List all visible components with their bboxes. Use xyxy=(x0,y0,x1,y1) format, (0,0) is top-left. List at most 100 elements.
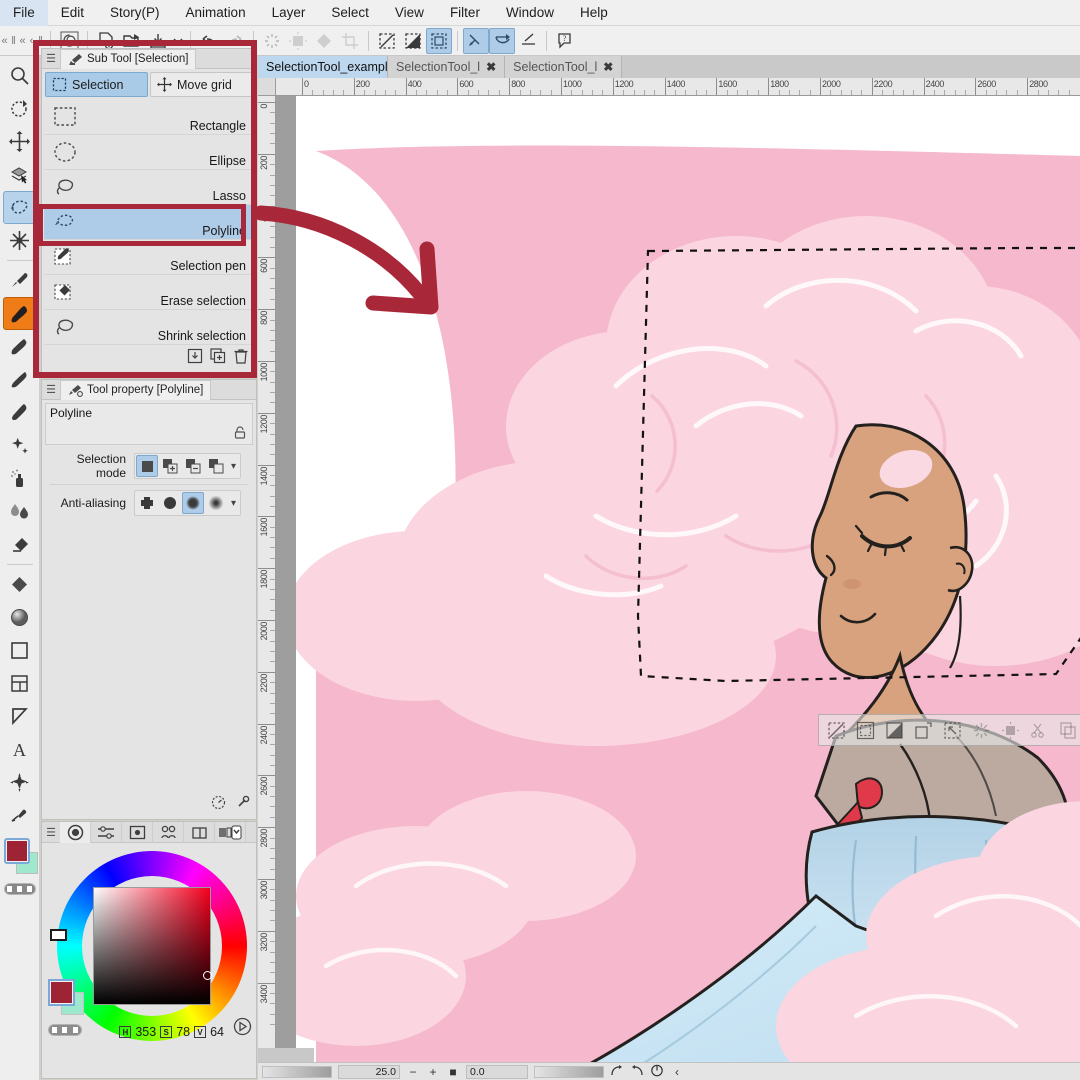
gradient-tool[interactable] xyxy=(3,601,37,634)
operation-tool[interactable] xyxy=(3,158,37,191)
sub-tool-item-shrink-selection[interactable]: Shrink selection xyxy=(44,310,254,345)
intersect-selection-icon[interactable] xyxy=(205,455,227,477)
fill-icon[interactable] xyxy=(996,717,1024,743)
sub-tool-item-polyline[interactable]: Polyline xyxy=(44,205,254,240)
eraser-tool[interactable] xyxy=(3,528,37,561)
pen-tool[interactable] xyxy=(2,297,37,330)
rotation-slider[interactable] xyxy=(534,1065,604,1078)
sub-tool-item-erase-selection[interactable]: Erase selection xyxy=(44,275,254,310)
chevron-down-icon[interactable]: ▾ xyxy=(228,498,239,509)
reset-settings-icon[interactable] xyxy=(211,795,226,815)
transparent-color-chip[interactable] xyxy=(48,1024,82,1036)
invert-selection-icon[interactable] xyxy=(400,28,426,54)
clear-icon[interactable] xyxy=(259,28,285,54)
color-set-tab[interactable] xyxy=(122,821,153,843)
delete-subtool-icon[interactable] xyxy=(233,348,249,369)
color-slider-tab[interactable] xyxy=(91,821,122,843)
expand-selected-area-icon[interactable] xyxy=(880,717,908,743)
menu-item-file[interactable]: File xyxy=(0,0,48,26)
document-tab[interactable]: SelectionTool_example* xyxy=(258,56,388,78)
menu-item-edit[interactable]: Edit xyxy=(48,0,97,26)
menu-item-window[interactable]: Window xyxy=(493,0,567,26)
decoration-tool[interactable] xyxy=(3,429,37,462)
cut-and-paste-icon[interactable] xyxy=(1025,717,1053,743)
duplicate-subtool-icon[interactable] xyxy=(210,348,226,369)
text-tool[interactable]: A xyxy=(3,733,37,766)
zoom-in-button[interactable]: + xyxy=(426,1065,440,1079)
close-icon[interactable]: ✖ xyxy=(486,60,496,74)
command-bar-grip-prev[interactable]: « xyxy=(18,26,27,56)
lock-icon[interactable] xyxy=(233,425,247,442)
create-selection-icon[interactable] xyxy=(136,455,158,477)
sub-tool-item-ellipse[interactable]: Ellipse xyxy=(44,135,254,170)
add-selection-icon[interactable] xyxy=(159,455,181,477)
canvas-area[interactable] xyxy=(276,96,1080,1064)
antialias-low-icon[interactable] xyxy=(159,492,181,514)
intermediate-color-tab[interactable] xyxy=(184,821,215,843)
transparent-color-chip[interactable] xyxy=(3,883,36,895)
erase-icon[interactable] xyxy=(967,717,995,743)
panel-menu-icon[interactable]: ☰ xyxy=(42,383,60,396)
color-chips[interactable] xyxy=(2,836,38,880)
brush-tool[interactable] xyxy=(3,363,37,396)
menu-item-help[interactable]: Help xyxy=(567,0,621,26)
menu-item-select[interactable]: Select xyxy=(318,0,382,26)
zoom-tool[interactable] xyxy=(3,59,37,92)
balloon-tool[interactable] xyxy=(3,766,37,799)
zoom-reset-button[interactable]: ■ xyxy=(446,1065,460,1079)
auto-select-tool[interactable] xyxy=(3,224,37,257)
hue-marker[interactable] xyxy=(50,929,67,941)
ruler-tool[interactable] xyxy=(3,700,37,733)
scale-rotate-icon[interactable] xyxy=(311,28,337,54)
eraser-spray-tool[interactable] xyxy=(3,462,37,495)
rotation-value[interactable]: 0.0 xyxy=(466,1064,528,1079)
sub-tool-panel-tab[interactable]: Sub Tool [Selection] xyxy=(60,48,197,69)
select-all-icon[interactable] xyxy=(426,27,452,54)
zoom-value[interactable]: 25.0 xyxy=(338,1064,400,1079)
move-tool[interactable] xyxy=(3,125,37,158)
subtract-selection-icon[interactable] xyxy=(182,455,204,477)
artwork[interactable] xyxy=(296,96,1080,1064)
crop-icon[interactable] xyxy=(337,28,363,54)
saturation-value-box[interactable] xyxy=(93,887,212,1005)
blend-tool[interactable] xyxy=(3,495,37,528)
airbrush-tool[interactable] xyxy=(3,396,37,429)
tool-property-tab[interactable]: Tool property [Polyline] xyxy=(60,379,212,400)
sub-tool-item-rectangle[interactable]: Rectangle xyxy=(44,100,254,135)
selection-tool[interactable] xyxy=(2,191,37,224)
menu-item-animation[interactable]: Animation xyxy=(173,0,259,26)
menu-item-storyp[interactable]: Story(P) xyxy=(97,0,173,26)
pencil-tool[interactable] xyxy=(3,330,37,363)
color-history-tab[interactable] xyxy=(153,821,184,843)
command-bar-grip-back[interactable]: ‹ xyxy=(27,26,36,56)
shrink-selected-area-icon[interactable] xyxy=(909,717,937,743)
figure-tool[interactable] xyxy=(3,634,37,667)
foreground-color-chip[interactable] xyxy=(48,979,75,1006)
deselect-icon[interactable] xyxy=(822,717,850,743)
close-icon[interactable]: ✖ xyxy=(603,60,613,74)
help-icon[interactable]: ? xyxy=(552,28,578,54)
import-subtool-icon[interactable] xyxy=(187,348,203,369)
antialias-none-icon[interactable] xyxy=(136,492,158,514)
deselect-icon[interactable] xyxy=(374,28,400,54)
rotate-left-icon[interactable] xyxy=(610,1064,624,1080)
panel-menu-icon[interactable]: ☰ xyxy=(42,826,60,839)
rotate-right-icon[interactable] xyxy=(630,1064,644,1080)
horizontal-ruler[interactable]: 0 200 400 600 800 1000 1200 1400 1600 1800 2000 220… xyxy=(276,78,1080,96)
sub-tool-group-move-grid[interactable]: Move grid xyxy=(150,72,253,97)
reset-rotation-icon[interactable] xyxy=(650,1064,664,1080)
crop-icon[interactable] xyxy=(938,717,966,743)
tool-settings-icon[interactable] xyxy=(235,795,250,815)
command-bar-grip-double[interactable]: ‖ xyxy=(9,26,18,56)
color-wheel-tab[interactable] xyxy=(60,821,91,843)
snap-curve-icon[interactable] xyxy=(489,27,515,54)
invert-selected-area-icon[interactable] xyxy=(851,717,879,743)
rotate-tool[interactable] xyxy=(3,92,37,125)
sub-tool-item-lasso[interactable]: Lasso xyxy=(44,170,254,205)
copy-and-paste-icon[interactable] xyxy=(1054,717,1080,743)
zoom-slider[interactable] xyxy=(262,1065,332,1078)
apply-color-icon[interactable] xyxy=(233,1017,252,1041)
vertical-ruler[interactable]: 0 200 400 600 800 1000 1200 1400 1600 1800 2000 220… xyxy=(258,96,276,1064)
sub-tool-group-selection[interactable]: Selection xyxy=(45,72,148,97)
antialias-medium-icon[interactable] xyxy=(182,492,204,514)
